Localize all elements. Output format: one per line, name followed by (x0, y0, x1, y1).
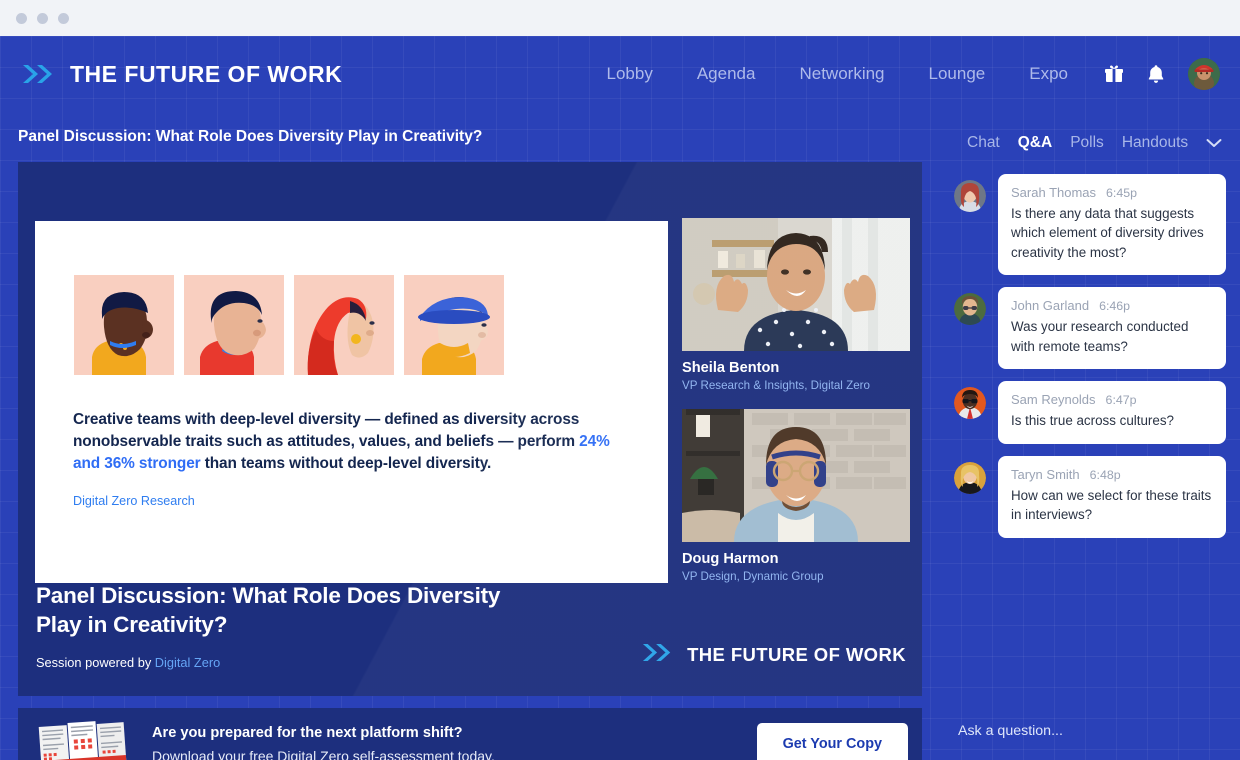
double-chevron-icon (22, 63, 56, 85)
qa-author-name: Sam Reynolds (1011, 392, 1096, 408)
ask-question-input[interactable] (958, 723, 1218, 739)
speaker-video-tile[interactable] (682, 409, 910, 542)
qa-question-text: Was your research conducted with remote … (1011, 319, 1189, 354)
nav-item-expo[interactable]: Expo (1007, 64, 1090, 84)
brand-title: THE FUTURE OF WORK (70, 60, 343, 87)
page-background: THE FUTURE OF WORK Lobby Agenda Networki… (0, 36, 1240, 760)
qa-author-avatar (954, 461, 986, 494)
nav-links: Lobby Agenda Networking Lounge Expo (585, 57, 1240, 91)
slide-brand-text: THE FUTURE OF WORK (687, 644, 906, 665)
nav-item-lobby[interactable]: Lobby (585, 64, 675, 84)
ask-question-bar[interactable] (940, 702, 1240, 760)
qa-timestamp: 6:48p (1089, 467, 1121, 482)
quote-part-1: Creative teams with deep-level diversity… (73, 411, 580, 450)
speaker-name: Doug Harmon (682, 551, 779, 567)
tab-chat[interactable]: Chat (958, 134, 1009, 152)
tab-polls[interactable]: Polls (1061, 134, 1113, 152)
speaker-role: VP Design, Dynamic Group (682, 570, 824, 583)
chevron-down-icon[interactable] (1202, 134, 1226, 152)
slide-text-block: Creative teams with deep-level diversity… (35, 375, 668, 508)
slide-source: Digital Zero Research (73, 493, 195, 508)
qa-meta: Taryn Smith 6:48p (1011, 467, 1213, 482)
bell-icon[interactable] (1138, 57, 1174, 91)
qa-timestamp: 6:45p (1106, 186, 1138, 200)
sidebar-tabs: Chat Q&A Polls Handouts (940, 112, 1240, 174)
qa-bubble: Sam Reynolds 6:47p Is this true across c… (998, 381, 1226, 444)
double-chevron-icon (642, 642, 674, 668)
gift-icon[interactable] (1096, 57, 1132, 91)
speaker-card[interactable]: Doug Harmon VP Design, Dynamic Group (682, 409, 910, 583)
qa-item: Sarah Thomas 6:45p Is there any data tha… (954, 174, 1226, 276)
slide-session-title: Panel Discussion: What Role Does Diversi… (36, 583, 501, 637)
portrait-figure-4 (404, 275, 504, 375)
top-navigation: THE FUTURE OF WORK Lobby Agenda Networki… (0, 36, 1240, 112)
qa-question-list: Sarah Thomas 6:45p Is there any data tha… (940, 174, 1240, 538)
get-your-copy-button[interactable]: Get Your Copy (756, 723, 908, 760)
qa-author-avatar (954, 293, 986, 326)
qa-bubble: Taryn Smith 6:48p How can we select for … (998, 455, 1226, 538)
qa-meta: John Garland 6:46p (1011, 298, 1213, 313)
qa-item: Sam Reynolds 6:47p Is this true across c… (954, 381, 1226, 444)
slide-brand-logo: THE FUTURE OF WORK (642, 642, 906, 668)
slide-content-card: Creative teams with deep-level diversity… (35, 221, 668, 583)
qa-author-avatar (954, 180, 986, 212)
speaker-name: Sheila Benton (682, 360, 780, 376)
qa-question-text: How can we select for these traits in in… (1011, 487, 1212, 523)
qa-question-text: Is there any data that suggests which el… (1011, 206, 1204, 260)
qa-author-name: John Garland (1011, 298, 1090, 314)
tab-qa[interactable]: Q&A (1009, 134, 1061, 152)
session-title-bar: Panel Discussion: What Role Does Diversi… (0, 112, 940, 162)
slide-footer: Panel Discussion: What Role Does Diversi… (36, 582, 906, 670)
tab-handouts[interactable]: Handouts (1113, 134, 1197, 152)
speaker-card[interactable]: Sheila Benton VP Research & Insights, Di… (682, 218, 910, 392)
portrait-figure-1 (74, 275, 174, 375)
diversity-illustration (35, 221, 668, 375)
speaker-list: Sheila Benton VP Research & Insights, Di… (682, 218, 910, 600)
nav-item-networking[interactable]: Networking (777, 64, 906, 84)
promo-headline: Are you prepared for the next platform s… (152, 724, 463, 741)
qa-item: Taryn Smith 6:48p How can we select for … (954, 455, 1226, 538)
qa-author-name: Taryn Smith (1011, 466, 1080, 482)
brochure-thumbnail-icon (36, 720, 130, 760)
window-dot-maximize[interactable] (58, 12, 69, 24)
powered-brand: Digital Zero (154, 655, 221, 670)
nav-item-lounge[interactable]: Lounge (907, 64, 1008, 84)
qa-author-avatar (954, 387, 986, 420)
nav-item-agenda[interactable]: Agenda (675, 64, 778, 84)
window-dot-minimize[interactable] (37, 12, 48, 24)
portrait-figure-2 (184, 275, 284, 375)
presentation-stage: Creative teams with deep-level diversity… (18, 162, 922, 696)
qa-bubble: John Garland 6:46p Was your research con… (998, 287, 1226, 370)
session-title: Panel Discussion: What Role Does Diversi… (18, 128, 483, 145)
window-titlebar (0, 0, 1240, 36)
qa-item: John Garland 6:46p Was your research con… (954, 287, 1226, 370)
user-avatar[interactable] (1188, 58, 1220, 90)
qa-bubble: Sarah Thomas 6:45p Is there any data tha… (998, 174, 1226, 276)
qa-meta: Sarah Thomas 6:45p (1011, 185, 1213, 200)
portrait-figure-3 (294, 275, 394, 375)
qa-timestamp: 6:46p (1099, 299, 1131, 314)
promo-text-block: Are you prepared for the next platform s… (152, 725, 495, 760)
brand-logo[interactable]: THE FUTURE OF WORK (22, 61, 342, 88)
qa-timestamp: 6:47p (1105, 393, 1137, 408)
qa-question-text: Is this true across cultures? (1011, 413, 1174, 429)
speaker-role: VP Research & Insights, Digital Zero (682, 379, 870, 392)
quote-part-2: than teams without deep-level diversity. (200, 454, 492, 472)
promo-banner[interactable]: Are you prepared for the next platform s… (18, 708, 922, 760)
promo-subline: Download your free Digital Zero self-ass… (152, 747, 495, 760)
powered-prefix: Session powered by (36, 655, 155, 670)
qa-author-name: Sarah Thomas (1011, 185, 1097, 200)
slide-quote: Creative teams with deep-level diversity… (73, 409, 630, 475)
app-window: THE FUTURE OF WORK Lobby Agenda Networki… (0, 0, 1240, 760)
engagement-sidebar: Chat Q&A Polls Handouts Sarah Thomas 6:4… (940, 112, 1240, 760)
window-dot-close[interactable] (16, 12, 27, 24)
qa-meta: Sam Reynolds 6:47p (1011, 392, 1213, 407)
speaker-video-tile[interactable] (682, 218, 910, 351)
